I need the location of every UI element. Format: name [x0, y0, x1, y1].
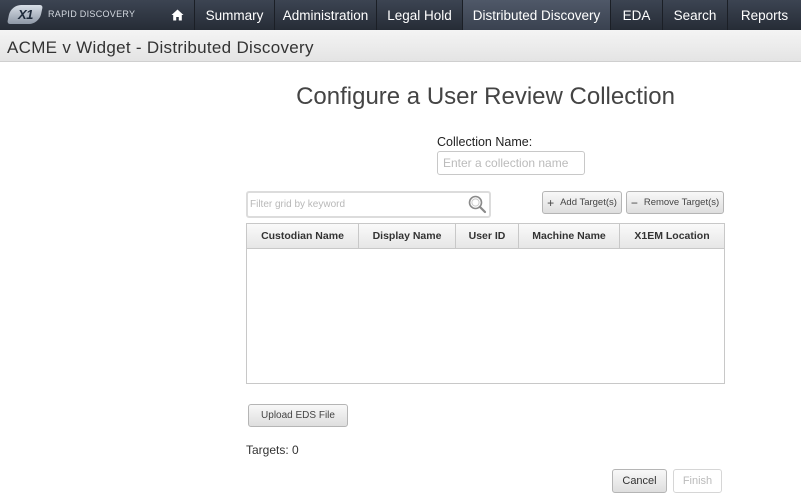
add-targets-button[interactable]: + Add Target(s) — [542, 191, 622, 214]
nav-item-search[interactable]: Search — [662, 0, 727, 30]
column-header-machine-name[interactable]: Machine Name — [519, 224, 620, 248]
home-icon — [171, 9, 183, 21]
nav-item-distributed-discovery[interactable]: Distributed Discovery — [462, 0, 610, 30]
breadcrumb: ACME v Widget - Distributed Discovery — [7, 38, 314, 57]
remove-targets-button[interactable]: − Remove Target(s) — [626, 191, 724, 214]
add-targets-label: Add Target(s) — [560, 197, 617, 208]
nav-item-administration[interactable]: Administration — [274, 0, 376, 30]
collection-name-input[interactable] — [437, 151, 585, 175]
logo-mark: X1 — [17, 7, 33, 22]
search-icon[interactable] — [467, 194, 487, 214]
home-button[interactable] — [160, 0, 194, 30]
upload-eds-file-button[interactable]: Upload EDS File — [248, 404, 348, 427]
nav-item-summary[interactable]: Summary — [194, 0, 274, 30]
grid-header: Custodian Name Display Name User ID Mach… — [247, 224, 724, 249]
grid-filter — [246, 191, 491, 218]
nav-item-legal-hold[interactable]: Legal Hold — [376, 0, 462, 30]
top-navigation-bar: X1 RAPID DISCOVERY Summary Administratio… — [0, 0, 801, 30]
targets-grid: Custodian Name Display Name User ID Mach… — [246, 223, 725, 384]
finish-button[interactable]: Finish — [673, 469, 722, 493]
column-header-user-id[interactable]: User ID — [456, 224, 519, 248]
cancel-button[interactable]: Cancel — [612, 469, 667, 493]
app-logo[interactable]: X1 RAPID DISCOVERY — [0, 0, 160, 30]
column-header-x1em-location[interactable]: X1EM Location — [620, 224, 724, 248]
remove-targets-label: Remove Target(s) — [643, 197, 720, 208]
grid-filter-input[interactable] — [248, 193, 463, 216]
targets-count: Targets: 0 — [246, 443, 299, 457]
column-header-display-name[interactable]: Display Name — [359, 224, 456, 248]
plus-icon: + — [547, 195, 555, 210]
nav-menu: Summary Administration Legal Hold Distri… — [194, 0, 801, 30]
nav-item-reports[interactable]: Reports — [727, 0, 801, 30]
logo-text: RAPID DISCOVERY — [48, 9, 136, 19]
nav-item-eda[interactable]: EDA — [610, 0, 662, 30]
collection-name-label: Collection Name: — [437, 135, 533, 149]
minus-icon: − — [630, 195, 638, 210]
logo-badge: X1 — [6, 5, 44, 24]
column-header-custodian-name[interactable]: Custodian Name — [247, 224, 359, 248]
page-title: Configure a User Review Collection — [296, 83, 675, 110]
page-header: ACME v Widget - Distributed Discovery — [0, 30, 801, 62]
